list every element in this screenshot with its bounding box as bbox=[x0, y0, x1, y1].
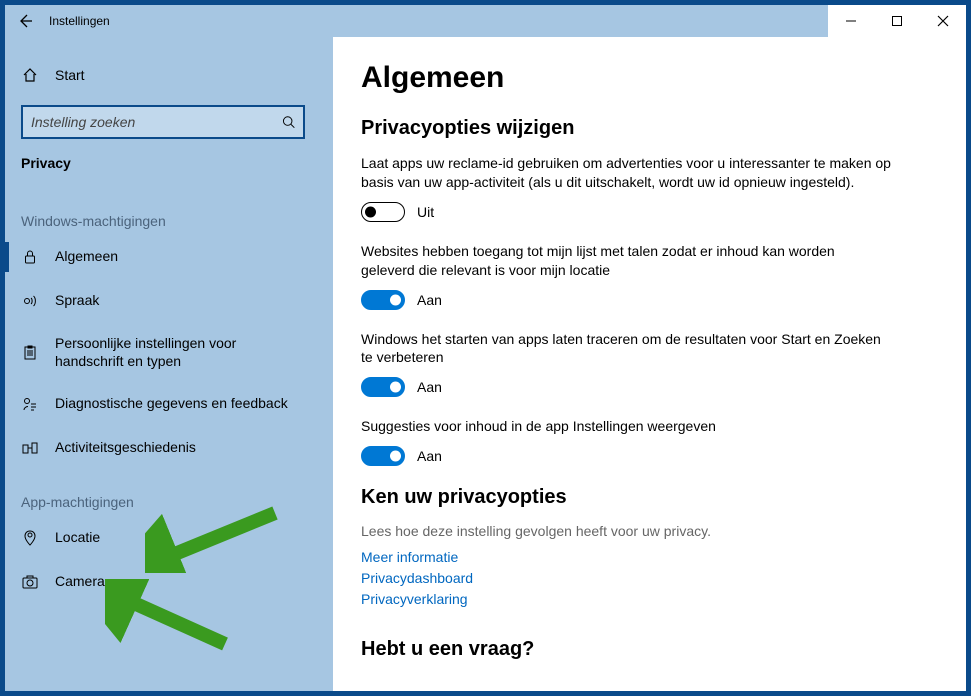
close-button[interactable] bbox=[920, 5, 966, 37]
option-desc-language-list: Websites hebben toegang tot mijn lijst m… bbox=[361, 242, 891, 280]
minimize-button[interactable] bbox=[828, 5, 874, 37]
toggle-language-list[interactable] bbox=[361, 290, 405, 310]
titlebar: Instellingen bbox=[5, 5, 966, 37]
sidebar-item-label: Diagnostische gegevens en feedback bbox=[55, 395, 288, 413]
toggle-state-label: Aan bbox=[417, 292, 442, 308]
sidebar-home-label: Start bbox=[55, 67, 85, 83]
sidebar-category: Privacy bbox=[5, 149, 333, 189]
section-title-know-privacy: Ken uw privacyopties bbox=[361, 486, 938, 509]
sidebar-home[interactable]: Start bbox=[5, 53, 333, 97]
lock-icon bbox=[21, 249, 39, 265]
maximize-button[interactable] bbox=[874, 5, 920, 37]
location-icon bbox=[21, 530, 39, 546]
sidebar-item-algemeen[interactable]: Algemeen bbox=[5, 235, 333, 279]
sidebar-item-label: Camera bbox=[55, 573, 105, 591]
link-privacyverklaring[interactable]: Privacyverklaring bbox=[361, 589, 938, 610]
minimize-icon bbox=[845, 15, 857, 27]
section-title-privacy-options: Privacyopties wijzigen bbox=[361, 117, 938, 140]
toggle-state-label: Aan bbox=[417, 379, 442, 395]
sidebar-section-app-permissions: App-machtigingen bbox=[5, 470, 333, 516]
window-title: Instellingen bbox=[45, 14, 110, 28]
sidebar: Start Privacy Windows-machtigingen Algem… bbox=[5, 37, 333, 691]
toggle-advertising-id[interactable] bbox=[361, 202, 405, 222]
sidebar-item-label: Persoonlijke instellingen voor handschri… bbox=[55, 335, 295, 370]
main-content: Algemeen Privacyopties wijzigen Laat app… bbox=[333, 37, 966, 691]
search-icon bbox=[282, 115, 295, 129]
clipboard-icon bbox=[21, 345, 39, 361]
page-title: Algemeen bbox=[361, 61, 938, 95]
sidebar-item-locatie[interactable]: Locatie bbox=[5, 516, 333, 560]
toggle-state-label: Uit bbox=[417, 204, 434, 220]
toggle-app-launch-tracking[interactable] bbox=[361, 377, 405, 397]
sidebar-item-label: Locatie bbox=[55, 529, 100, 547]
sidebar-item-label: Algemeen bbox=[55, 248, 118, 266]
sidebar-item-label: Spraak bbox=[55, 292, 99, 310]
section-subtitle-know-privacy: Lees hoe deze instelling gevolgen heeft … bbox=[361, 523, 938, 539]
maximize-icon bbox=[891, 15, 903, 27]
home-icon bbox=[21, 67, 39, 83]
sidebar-section-windows-permissions: Windows-machtigingen bbox=[5, 189, 333, 235]
feedback-icon bbox=[21, 396, 39, 412]
search-input[interactable] bbox=[31, 114, 282, 130]
link-meer-informatie[interactable]: Meer informatie bbox=[361, 547, 938, 568]
arrow-left-icon bbox=[17, 13, 33, 29]
sidebar-item-camera[interactable]: Camera bbox=[5, 560, 333, 604]
sidebar-item-activiteit[interactable]: Activiteitsgeschiedenis bbox=[5, 426, 333, 470]
close-icon bbox=[937, 15, 949, 27]
activity-icon bbox=[21, 440, 39, 456]
toggle-state-label: Aan bbox=[417, 448, 442, 464]
sidebar-item-diagnostiek[interactable]: Diagnostische gegevens en feedback bbox=[5, 382, 333, 426]
link-privacydashboard[interactable]: Privacydashboard bbox=[361, 568, 938, 589]
option-desc-advertising-id: Laat apps uw reclame-id gebruiken om adv… bbox=[361, 154, 891, 192]
back-button[interactable] bbox=[5, 5, 45, 37]
camera-icon bbox=[21, 575, 39, 589]
section-title-have-question: Hebt u een vraag? bbox=[361, 638, 938, 661]
option-desc-app-launch-tracking: Windows het starten van apps laten trace… bbox=[361, 330, 891, 368]
toggle-suggested-content[interactable] bbox=[361, 446, 405, 466]
sidebar-item-label: Activiteitsgeschiedenis bbox=[55, 439, 196, 457]
sidebar-item-spraak[interactable]: Spraak bbox=[5, 279, 333, 323]
option-desc-suggested-content: Suggesties voor inhoud in de app Instell… bbox=[361, 417, 891, 436]
search-box[interactable] bbox=[21, 105, 305, 139]
speech-icon bbox=[21, 293, 39, 309]
sidebar-item-handschrift[interactable]: Persoonlijke instellingen voor handschri… bbox=[5, 323, 333, 382]
